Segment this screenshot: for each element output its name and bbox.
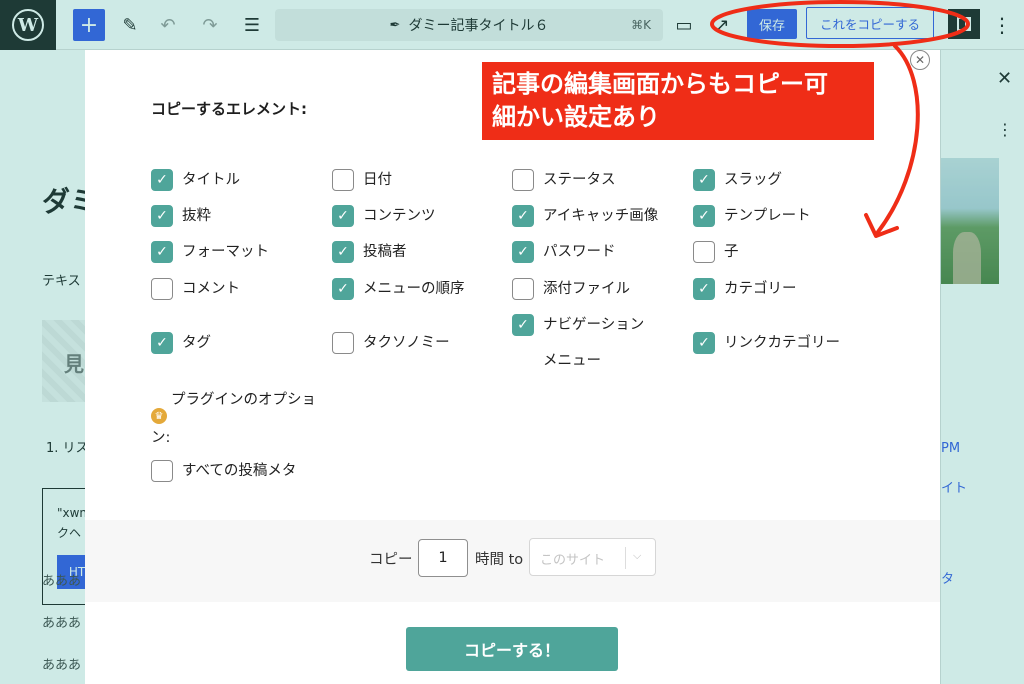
option-label: カテゴリー	[724, 281, 797, 297]
option-label: ナビゲーションメニュー	[543, 317, 645, 369]
modal-close-button[interactable]: ✕	[910, 50, 930, 70]
annotation-line: 細かい設定あり	[492, 103, 660, 131]
option-label: メニューの順序	[363, 281, 465, 297]
checkbox[interactable]: ✓	[512, 241, 534, 263]
close-icon: ✕	[914, 53, 926, 67]
annotation-line: 記事の編集画面からもコピー可	[492, 70, 828, 98]
plugin-options-text: ン:	[151, 430, 171, 446]
option-label: 子	[724, 244, 739, 260]
checkbox[interactable]: ✓	[512, 205, 534, 227]
option-label: 抜粋	[182, 208, 211, 224]
option-label: コメント	[182, 281, 240, 297]
option-date[interactable]: 日付	[332, 169, 392, 191]
option-all-post-meta[interactable]: すべての投稿メタ	[151, 460, 296, 482]
checkbox[interactable]: ✓	[693, 169, 715, 191]
option-status[interactable]: ステータス	[512, 169, 616, 191]
checkbox[interactable]: ✓	[332, 241, 354, 263]
option-taxonomies[interactable]: タクソノミー	[332, 332, 450, 354]
option-slug[interactable]: ✓ スラッグ	[693, 169, 782, 191]
plugin-options-label: ♛ プラグインのオプショ ン:	[151, 384, 321, 448]
option-comments[interactable]: コメント	[151, 278, 240, 300]
option-label: アイキャッチ画像	[543, 208, 659, 224]
option-label: テンプレート	[724, 208, 811, 224]
option-label: タグ	[182, 335, 211, 351]
copy-submit-button[interactable]: コピーする！	[406, 627, 618, 671]
option-template[interactable]: ✓ テンプレート	[693, 205, 811, 227]
option-label: リンクカテゴリー	[724, 335, 840, 351]
option-label: フォーマット	[182, 244, 269, 260]
checkbox[interactable]: ✓	[512, 314, 534, 336]
option-label: コンテンツ	[363, 208, 436, 224]
option-label: タイトル	[182, 172, 240, 188]
checkbox[interactable]: ✓	[151, 205, 173, 227]
option-excerpt[interactable]: ✓ 抜粋	[151, 205, 211, 227]
checkbox[interactable]: ✓	[693, 332, 715, 354]
annotation-callout: 記事の編集画面からもコピー可 細かい設定あり	[482, 62, 874, 140]
checkbox[interactable]	[512, 278, 534, 300]
option-categories[interactable]: ✓ カテゴリー	[693, 278, 797, 300]
option-featured-image[interactable]: ✓ アイキャッチ画像	[512, 205, 658, 227]
option-label: すべての投稿メタ	[182, 463, 297, 479]
option-attachments[interactable]: 添付ファイル	[512, 278, 630, 300]
option-tags[interactable]: ✓ タグ	[151, 332, 211, 354]
option-label: ステータス	[543, 172, 616, 188]
option-label: 日付	[363, 172, 392, 188]
times-to-label: 時間 to	[475, 552, 524, 568]
checkbox[interactable]: ✓	[332, 278, 354, 300]
option-label: スラッグ	[724, 172, 782, 188]
option-title[interactable]: ✓ タイトル	[151, 169, 240, 191]
checkbox[interactable]	[693, 241, 715, 263]
option-label: パスワード	[543, 244, 616, 260]
checkbox[interactable]: ✓	[693, 278, 715, 300]
copy-count-input[interactable]	[418, 539, 468, 577]
divider	[625, 547, 626, 569]
option-link-categories[interactable]: ✓ リンクカテゴリー	[693, 332, 840, 354]
option-children[interactable]: 子	[693, 241, 739, 263]
checkbox[interactable]: ✓	[332, 205, 354, 227]
plugin-options-text: プラグインのオプショ	[171, 392, 316, 408]
target-site-select[interactable]: このサイト ⌵	[529, 538, 656, 576]
checkbox[interactable]	[332, 332, 354, 354]
copy-modal: コピーするエレメント: ✓ タイトル 日付 ステータス ✓ スラッグ ✓ 抜粋 ✓ コン…	[85, 50, 940, 684]
option-label: 投稿者	[363, 244, 407, 260]
elements-heading: コピーするエレメント:	[151, 100, 307, 118]
checkbox[interactable]: ✓	[151, 169, 173, 191]
checkbox[interactable]: ✓	[693, 205, 715, 227]
checkbox[interactable]	[151, 278, 173, 300]
option-label: タクソノミー	[363, 335, 450, 351]
option-menu-order[interactable]: ✓ メニューの順序	[332, 278, 465, 300]
option-format[interactable]: ✓ フォーマット	[151, 241, 269, 263]
option-content[interactable]: ✓ コンテンツ	[332, 205, 436, 227]
option-nav-menus[interactable]: ✓ ナビゲーションメニュー	[512, 314, 658, 379]
modal-footer: コピー 時間 to このサイト ⌵	[85, 520, 940, 602]
checkbox[interactable]	[332, 169, 354, 191]
copy-label: コピー	[369, 552, 413, 568]
site-placeholder: このサイト	[540, 553, 606, 568]
checkbox[interactable]: ✓	[151, 241, 173, 263]
option-author[interactable]: ✓ 投稿者	[332, 241, 407, 263]
checkbox[interactable]: ✓	[151, 332, 173, 354]
checkbox[interactable]	[151, 460, 173, 482]
chevron-down-icon: ⌵	[633, 549, 642, 562]
checkbox[interactable]	[512, 169, 534, 191]
crown-icon: ♛	[151, 408, 167, 424]
option-password[interactable]: ✓ パスワード	[512, 241, 616, 263]
option-label: 添付ファイル	[543, 281, 630, 297]
